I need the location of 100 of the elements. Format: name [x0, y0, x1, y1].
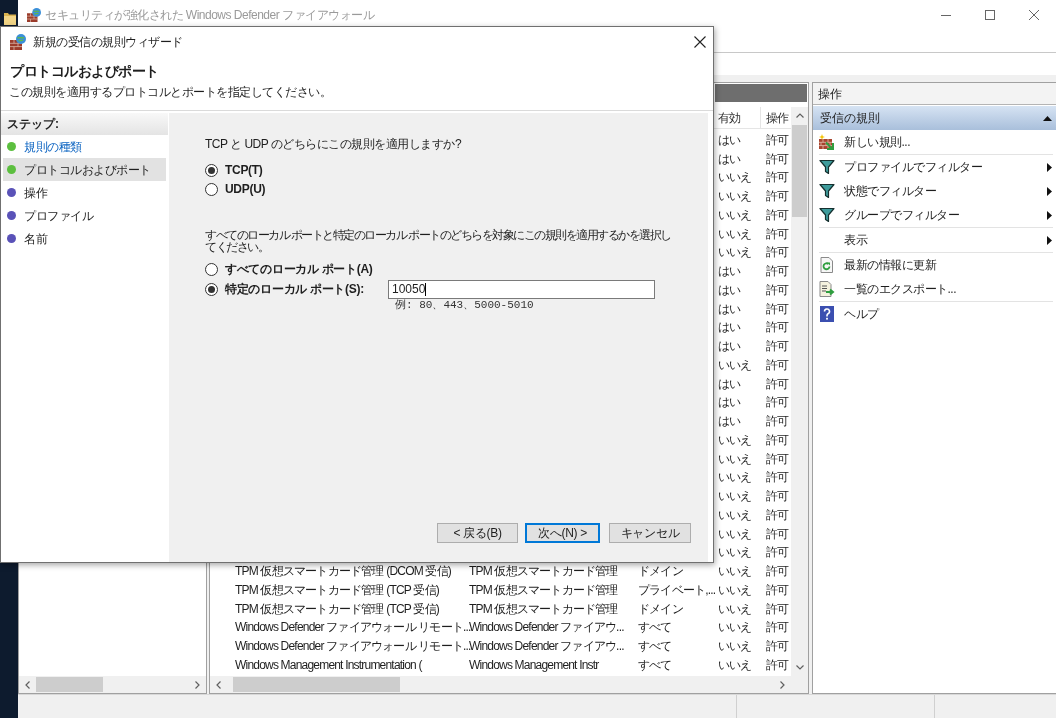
- table-cell: TPM 仮想スマートカード管理: [469, 564, 618, 580]
- table-cell: 許可: [766, 357, 789, 373]
- page-description: この規則を適用するプロトコルとポートを指定してください。: [9, 84, 331, 100]
- table-cell: いいえ: [718, 245, 752, 261]
- table-cell: 許可: [766, 151, 789, 167]
- table-cell: 許可: [766, 545, 789, 561]
- action-menu-item[interactable]: 一覧のエクスポート...: [813, 277, 1056, 301]
- radio-icon[interactable]: [205, 164, 218, 177]
- table-cell: 許可: [766, 414, 789, 430]
- vertical-scrollbar[interactable]: [791, 107, 808, 676]
- step-label: プロトコルおよびポート: [24, 161, 151, 179]
- radio-icon[interactable]: [205, 183, 218, 196]
- horizontal-scrollbar[interactable]: [19, 676, 206, 693]
- step-label: プロファイル: [24, 207, 93, 225]
- port-input-field[interactable]: 10050: [388, 279, 655, 299]
- radio-icon[interactable]: [205, 262, 218, 276]
- wizard-button[interactable]: < 戻る(B): [437, 523, 518, 543]
- action-menu-item[interactable]: 表示: [813, 228, 1056, 252]
- table-cell: いいえ: [718, 451, 752, 467]
- table-cell: 許可: [766, 376, 789, 392]
- table-cell: TPM 仮想スマートカード管理 (DCOM 受信): [235, 564, 451, 580]
- page-heading: プロトコルおよびポート: [10, 62, 159, 80]
- table-cell: すべて: [638, 657, 672, 673]
- table-cell: 許可: [766, 639, 789, 655]
- maximize-icon[interactable]: [985, 10, 995, 20]
- table-cell: いいえ: [718, 226, 752, 242]
- refresh-icon: [819, 257, 835, 273]
- filter-icon: [819, 159, 835, 175]
- table-cell: はい: [718, 320, 741, 336]
- column-header[interactable]: 有効: [718, 107, 761, 128]
- scrollbar-thumb[interactable]: [233, 677, 400, 692]
- table-cell: Windows Management Instrumentation (: [235, 657, 422, 673]
- table-cell: 許可: [766, 282, 789, 298]
- scrollbar-thumb[interactable]: [36, 677, 103, 692]
- table-cell: はい: [718, 376, 741, 392]
- table-cell: 許可: [766, 657, 789, 673]
- filter-icon: [819, 183, 835, 199]
- table-cell: いいえ: [718, 601, 752, 617]
- table-cell: 許可: [766, 451, 789, 467]
- table-cell: いいえ: [718, 432, 752, 448]
- table-cell: TPM 仮想スマートカード管理 (TCP 受信): [235, 601, 439, 617]
- scrollbar-thumb[interactable]: [792, 125, 807, 217]
- table-cell: Windows Defender ファイアウ...: [469, 639, 624, 655]
- filter-icon: [819, 207, 835, 223]
- wizard-button[interactable]: キャンセル: [609, 523, 691, 543]
- radio-option[interactable]: すべてのローカル ポート(A): [205, 261, 373, 277]
- help-icon: [820, 306, 834, 322]
- radio-option[interactable]: TCP(T): [205, 163, 263, 178]
- table-cell: いいえ: [718, 582, 752, 598]
- table-cell: すべて: [638, 639, 672, 655]
- table-cell: 許可: [766, 320, 789, 336]
- table-cell: いいえ: [718, 470, 752, 486]
- table-cell: 許可: [766, 432, 789, 448]
- table-cell: 許可: [766, 189, 789, 205]
- brick-wall-globe-icon: [10, 33, 26, 50]
- step-link[interactable]: 規則の種類: [24, 137, 82, 156]
- radio-option[interactable]: UDP(U): [205, 182, 266, 197]
- horizontal-scrollbar[interactable]: [210, 676, 808, 693]
- radio-icon[interactable]: [205, 282, 218, 296]
- table-cell: 許可: [766, 395, 789, 411]
- table-cell: はい: [718, 395, 741, 411]
- wizard-button[interactable]: 次へ(N) >: [525, 523, 600, 543]
- table-cell: いいえ: [718, 207, 752, 223]
- collapse-caret-icon[interactable]: [1043, 115, 1052, 121]
- table-cell: 許可: [766, 170, 789, 186]
- table-cell: いいえ: [718, 657, 752, 673]
- table-cell: はい: [718, 414, 741, 430]
- table-cell: 許可: [766, 601, 789, 617]
- table-cell: 許可: [766, 507, 789, 523]
- table-cell: プライベート,...: [638, 582, 716, 598]
- folder-icon[interactable]: [4, 11, 16, 25]
- action-menu-item[interactable]: 最新の情報に更新: [813, 253, 1056, 277]
- table-cell: すべて: [638, 620, 672, 636]
- table-cell: 許可: [766, 207, 789, 223]
- column-header[interactable]: 操作: [761, 107, 791, 128]
- table-cell: いいえ: [718, 545, 752, 561]
- brick-wall-globe-icon: [27, 8, 41, 22]
- action-menu-item[interactable]: 新しい規則...: [813, 130, 1056, 154]
- action-menu-item[interactable]: プロファイルでフィルター: [813, 155, 1056, 179]
- step-label: 名前: [24, 230, 47, 248]
- table-cell: TPM 仮想スマートカード管理: [469, 601, 618, 617]
- table-cell: 許可: [766, 582, 789, 598]
- action-menu-item[interactable]: 状態でフィルター: [813, 179, 1056, 203]
- table-cell: ドメイン: [638, 564, 683, 580]
- steps-title: ステップ:: [7, 116, 59, 133]
- table-cell: はい: [718, 301, 741, 317]
- close-icon[interactable]: [694, 35, 706, 48]
- table-cell: Windows Defender ファイアウ...: [469, 620, 624, 636]
- action-menu-item[interactable]: グループでフィルター: [813, 203, 1056, 227]
- table-cell: 許可: [766, 620, 789, 636]
- table-cell: はい: [718, 132, 741, 148]
- table-cell: 許可: [766, 526, 789, 542]
- table-cell: いいえ: [718, 357, 752, 373]
- radio-option[interactable]: 特定のローカル ポート(S):: [205, 281, 364, 297]
- protocol-question: TCP と UDP のどちらにこの規則を適用しますか?: [205, 137, 462, 151]
- section-header[interactable]: 受信の規則: [813, 106, 1056, 130]
- actions-pane-title: 操作: [813, 83, 1056, 105]
- action-menu-item[interactable]: ヘルプ: [813, 302, 1056, 326]
- table-cell: TPM 仮想スマートカード管理 (TCP 受信): [235, 582, 439, 598]
- minimize-icon[interactable]: [941, 14, 951, 16]
